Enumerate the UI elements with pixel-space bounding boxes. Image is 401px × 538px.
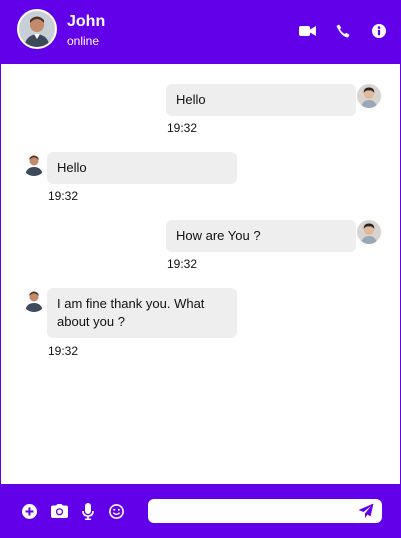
message-time: 19:32 bbox=[48, 189, 79, 203]
message-input-wrapper bbox=[148, 499, 382, 523]
message-input[interactable] bbox=[156, 501, 352, 521]
phone-call-button[interactable] bbox=[334, 22, 352, 40]
message-time: 19:32 bbox=[48, 344, 79, 358]
phone-icon bbox=[336, 24, 350, 38]
chat-window: John online Hello 19:32 Hello 19:32 How … bbox=[0, 0, 401, 538]
message-bubble: Hello bbox=[47, 152, 237, 184]
message-text: Hello bbox=[176, 92, 206, 107]
message-time: 19:32 bbox=[167, 121, 198, 135]
contact-info: John online bbox=[67, 12, 105, 49]
plus-circle-icon bbox=[21, 503, 37, 519]
camera-button[interactable] bbox=[50, 502, 68, 520]
video-camera-icon bbox=[298, 26, 316, 36]
message-text: Hello bbox=[57, 160, 87, 175]
info-icon bbox=[372, 24, 386, 38]
microphone-icon bbox=[82, 502, 94, 520]
camera-icon bbox=[50, 504, 68, 518]
composer-bar bbox=[1, 484, 401, 538]
message-time: 19:32 bbox=[167, 257, 198, 271]
message-text: I am fine thank you. What about you ? bbox=[57, 296, 205, 329]
message-text: How are You ? bbox=[176, 228, 261, 243]
smiley-icon bbox=[108, 503, 124, 519]
contact-mini-avatar bbox=[22, 152, 46, 176]
contact-avatar[interactable] bbox=[17, 9, 57, 49]
my-avatar bbox=[357, 84, 381, 108]
contact-status: online bbox=[67, 34, 100, 48]
video-call-button[interactable] bbox=[298, 22, 316, 40]
info-button[interactable] bbox=[370, 22, 388, 40]
contact-mini-avatar bbox=[22, 288, 46, 312]
contact-name: John bbox=[67, 13, 106, 30]
message-list: Hello 19:32 Hello 19:32 How are You ? 19… bbox=[1, 64, 401, 484]
chat-header: John online bbox=[1, 0, 401, 64]
send-icon bbox=[358, 503, 374, 518]
message-bubble: How are You ? bbox=[166, 220, 356, 252]
voice-record-button[interactable] bbox=[79, 502, 97, 520]
message-bubble: Hello bbox=[166, 84, 356, 116]
emoji-button[interactable] bbox=[107, 502, 125, 520]
my-avatar bbox=[357, 220, 381, 244]
add-attachment-button[interactable] bbox=[20, 502, 38, 520]
message-bubble: I am fine thank you. What about you ? bbox=[47, 288, 237, 338]
send-button[interactable] bbox=[358, 503, 374, 519]
header-actions bbox=[298, 22, 388, 40]
